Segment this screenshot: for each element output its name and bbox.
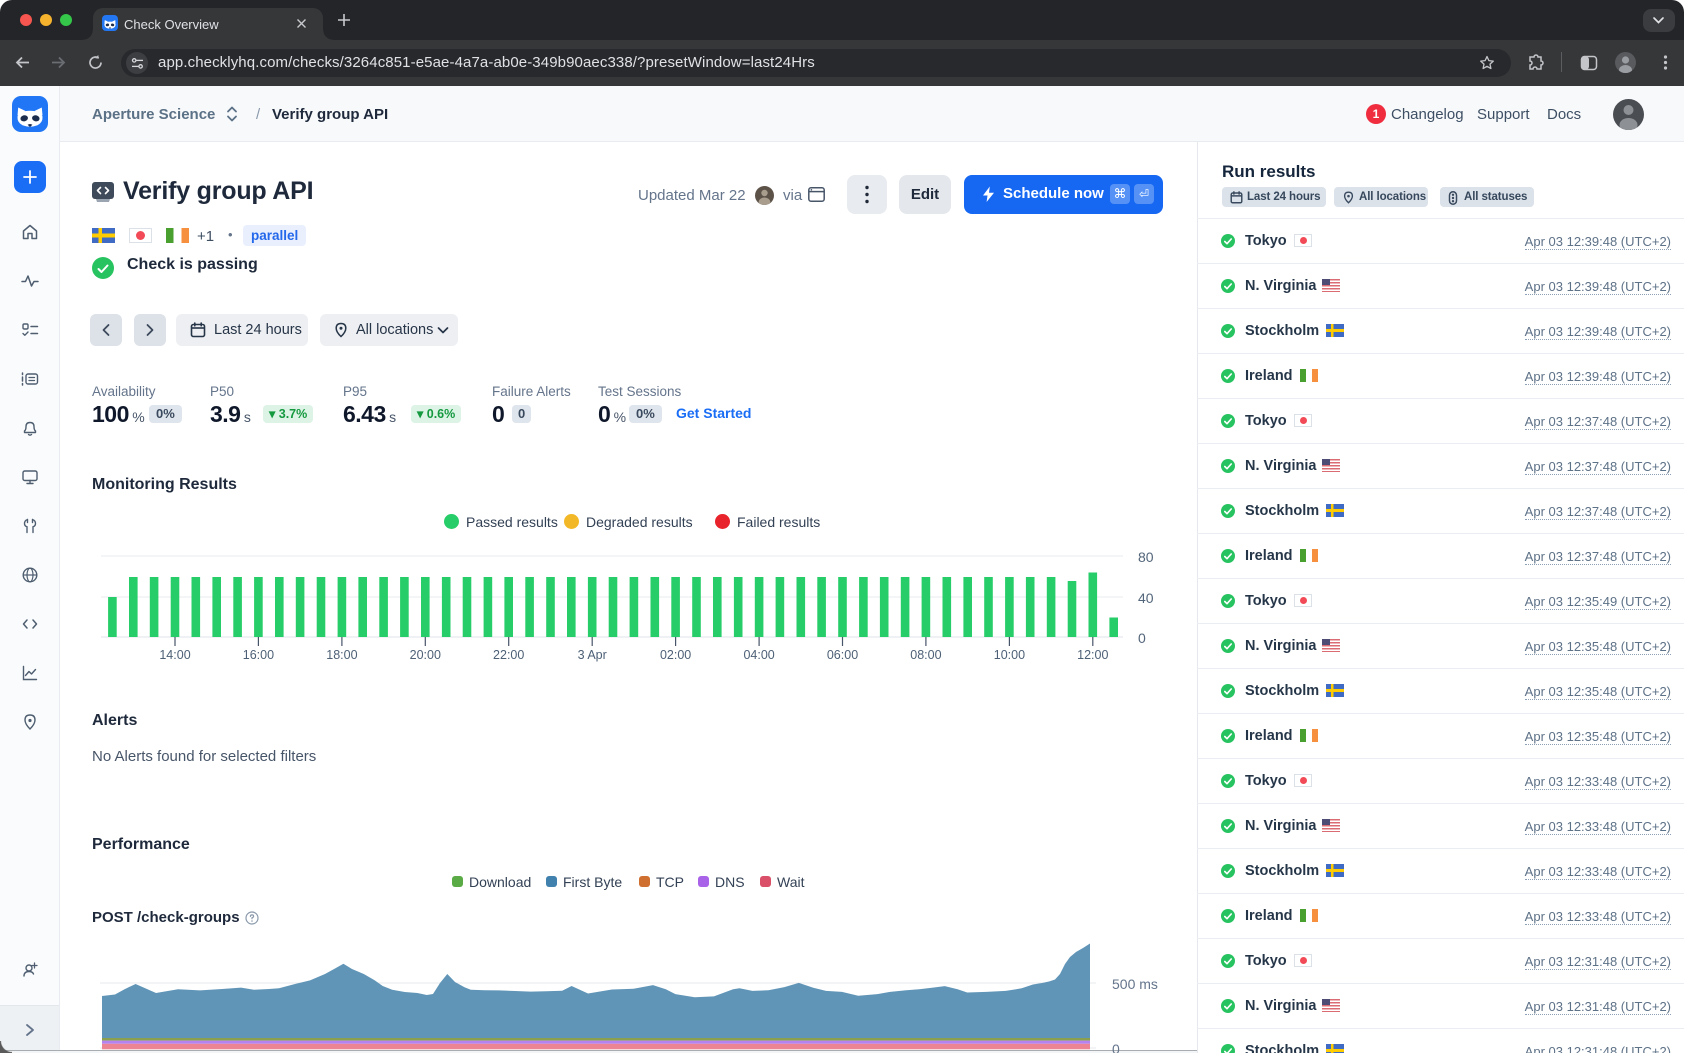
svg-text:18:00: 18:00	[326, 648, 357, 662]
svg-text:08:00: 08:00	[910, 648, 941, 662]
svg-text:3 Apr: 3 Apr	[578, 648, 607, 662]
svg-text:04:00: 04:00	[743, 648, 774, 662]
svg-text:14:00: 14:00	[159, 648, 190, 662]
svg-text:06:00: 06:00	[827, 648, 858, 662]
svg-text:22:00: 22:00	[493, 648, 524, 662]
svg-text:12:00: 12:00	[1077, 648, 1108, 662]
svg-text:20:00: 20:00	[410, 648, 441, 662]
svg-text:16:00: 16:00	[243, 648, 274, 662]
svg-text:10:00: 10:00	[994, 648, 1025, 662]
svg-text:02:00: 02:00	[660, 648, 691, 662]
